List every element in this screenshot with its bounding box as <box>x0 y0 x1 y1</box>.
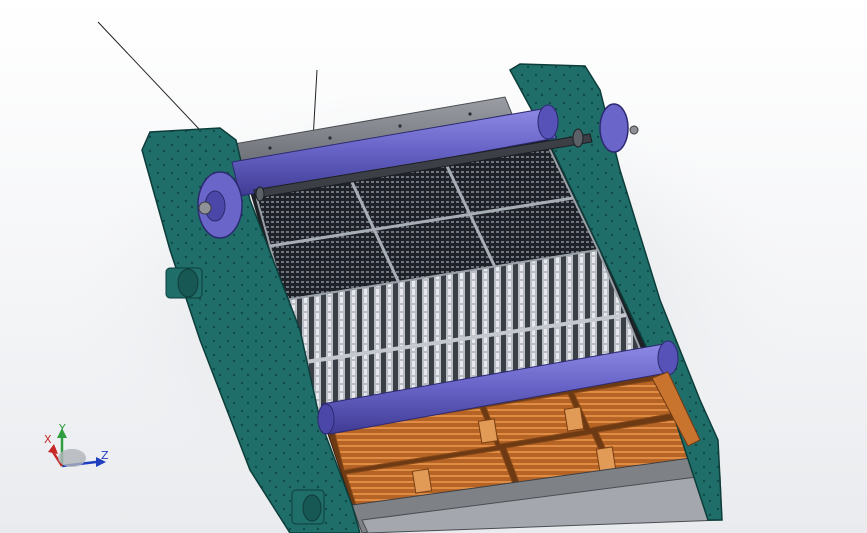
screen-machine-model[interactable]: X Y Z <box>0 0 867 533</box>
left-spring-mount-lower[interactable] <box>291 489 325 525</box>
left-spring-mount-upper[interactable] <box>165 267 203 299</box>
z-axis-label: Z <box>101 449 109 462</box>
leader-line-1 <box>97 21 201 131</box>
y-axis-label: Y <box>58 422 66 435</box>
triad-origin <box>58 449 86 467</box>
cad-viewport[interactable]: X Y Z <box>0 0 867 533</box>
x-axis-label: X <box>44 433 52 446</box>
axis-triad: X Y Z <box>44 422 109 468</box>
